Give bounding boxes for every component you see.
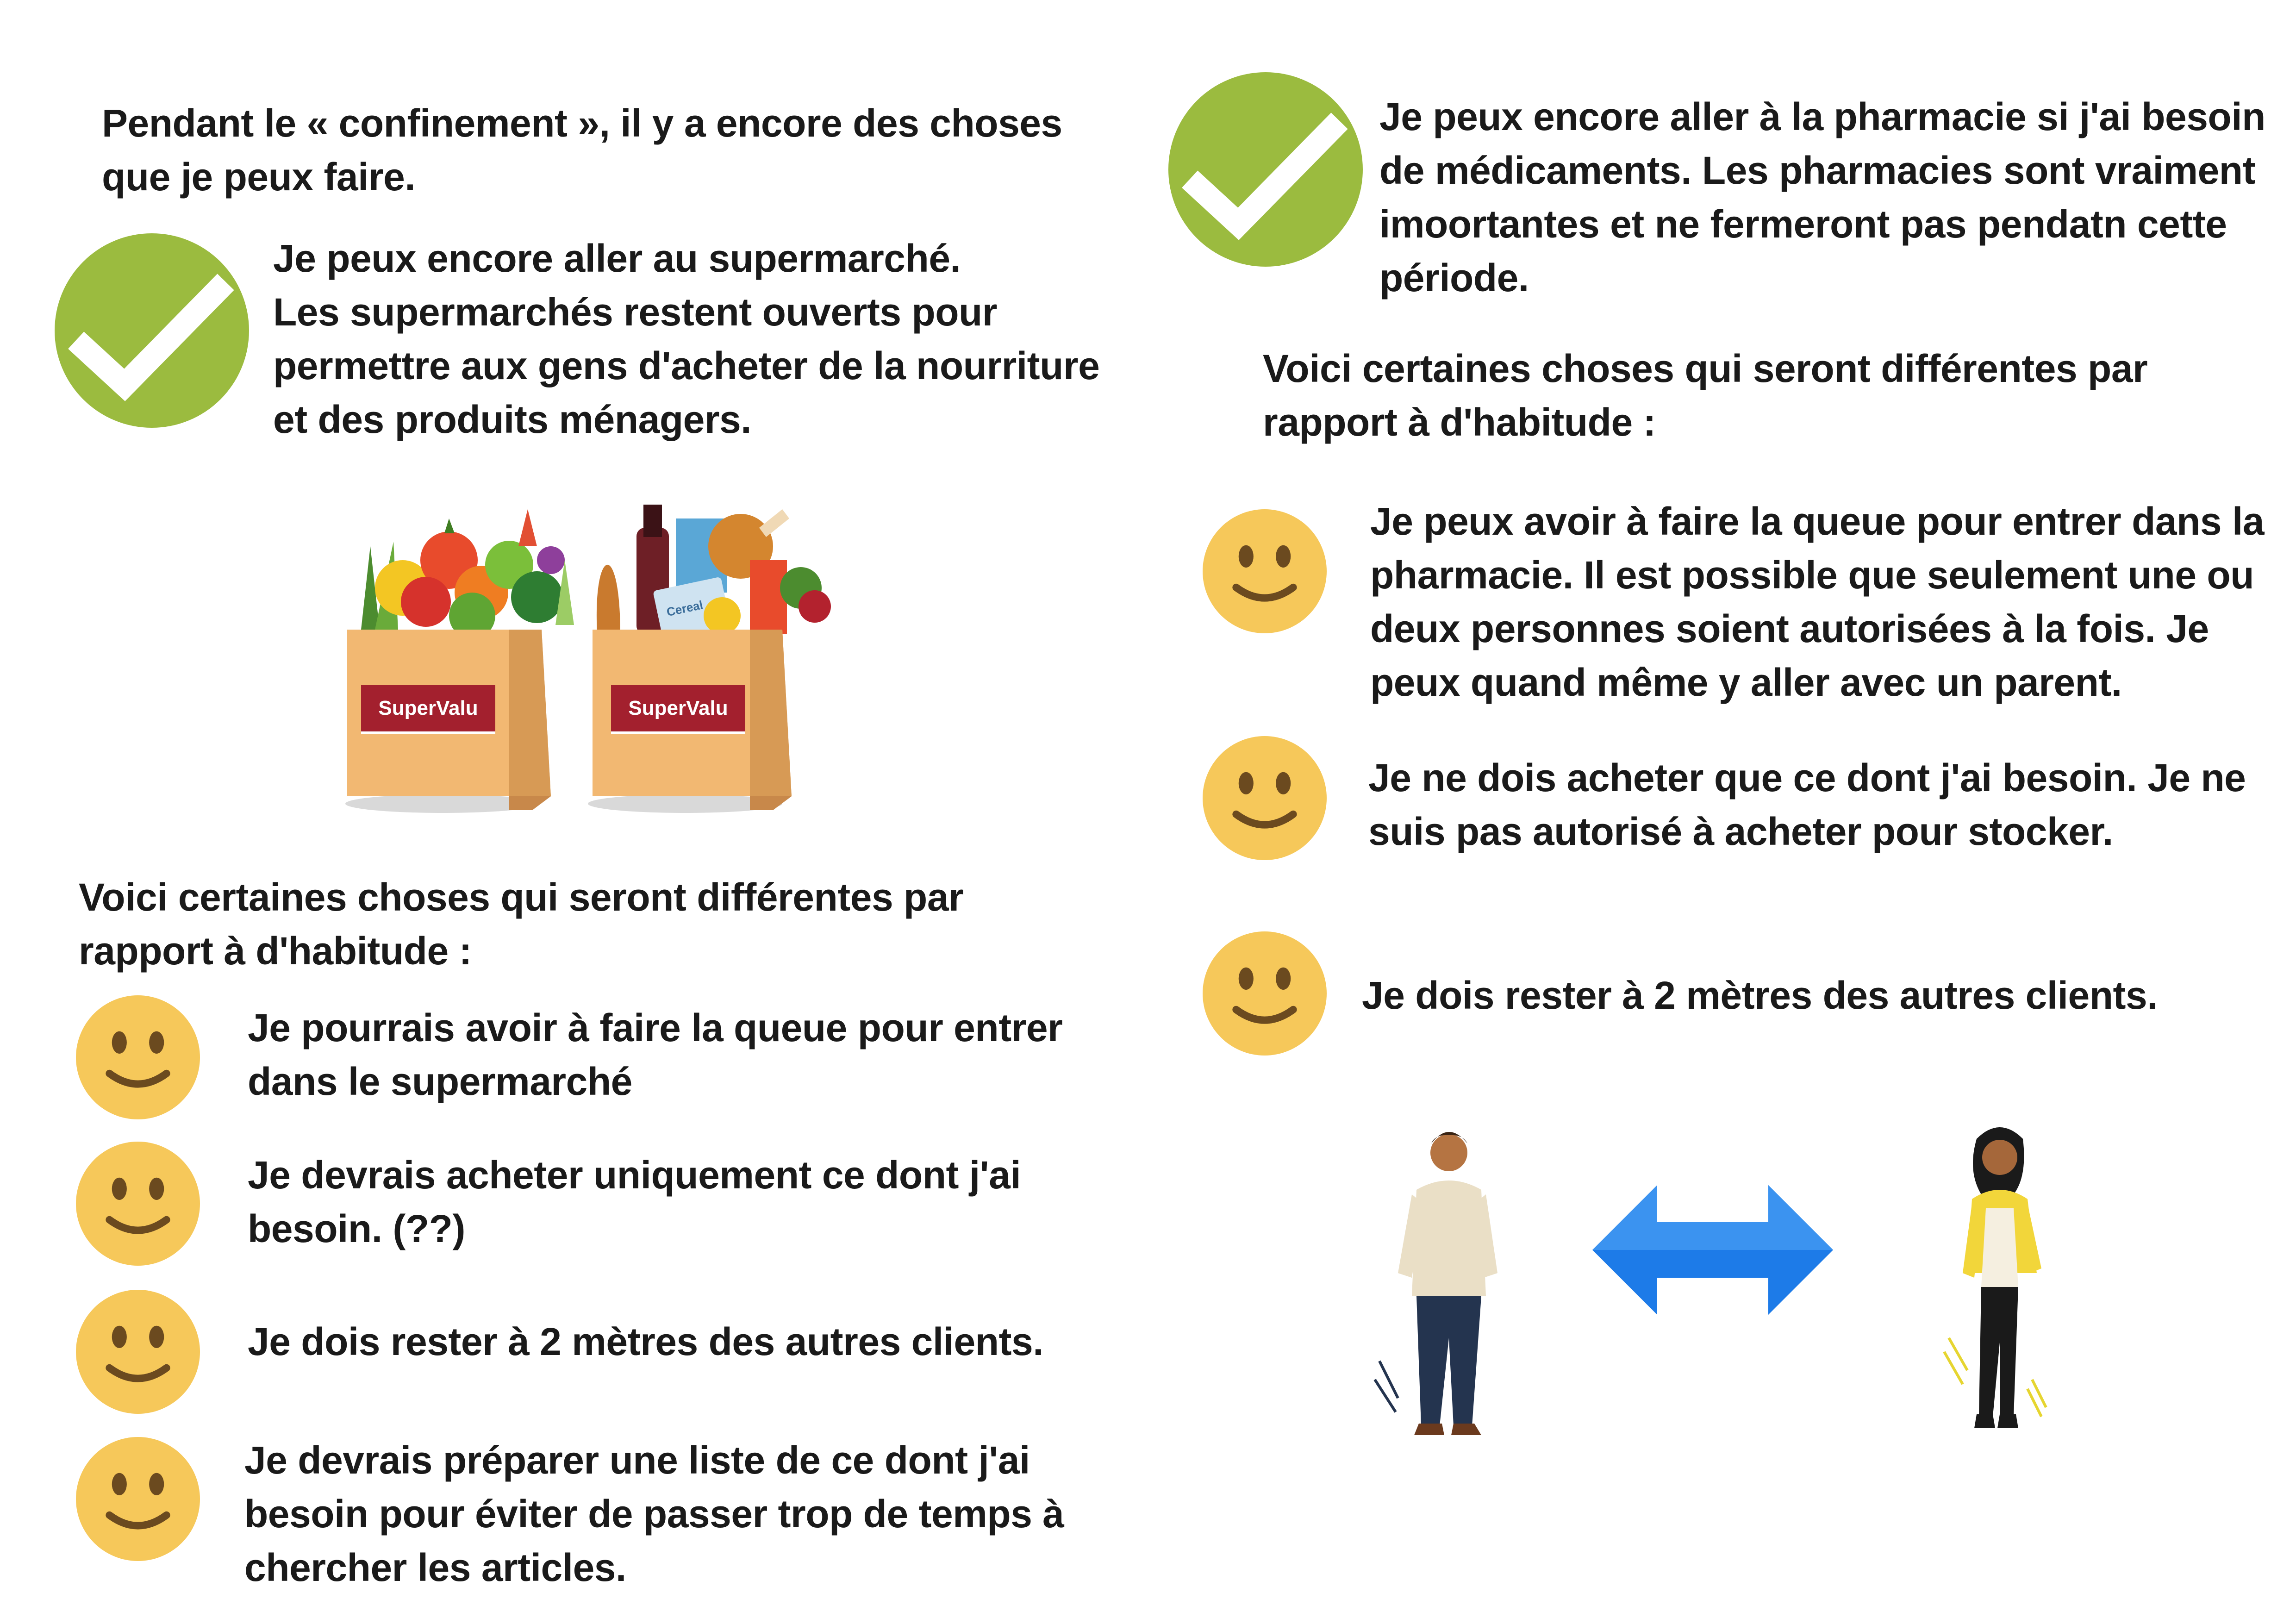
shopping-bag-right: SuperValu xyxy=(593,630,792,810)
left-intro-text: Pendant le « confinement », il y a encor… xyxy=(102,101,1062,199)
checkmark-icon xyxy=(55,233,249,428)
left-list-item-3: Je dois rester à 2 mètres des autres cli… xyxy=(248,1320,1044,1363)
man-figure xyxy=(1373,1132,1497,1435)
smiley-icon xyxy=(76,1142,200,1266)
checkmark-icon xyxy=(1168,72,1363,267)
left-differences-heading: Voici certaines choses qui seront différ… xyxy=(79,875,964,973)
smiley-icon xyxy=(76,995,200,1119)
bag-brand-label-2: SuperValu xyxy=(628,697,728,719)
woman-figure xyxy=(1943,1127,2047,1428)
right-differences-heading: Voici certaines choses qui seront différ… xyxy=(1263,347,2148,444)
pharmacy-text: Je peux encore aller à la pharmacie si j… xyxy=(1379,95,2265,300)
vegetables-icon xyxy=(361,509,574,639)
supermarket-text: Je peux encore aller au supermarché. Les… xyxy=(273,237,1100,441)
grocery-bags-illustration: SuperValu Cereal SuperValu xyxy=(345,505,831,813)
smiley-icon xyxy=(76,1437,200,1561)
smiley-icon xyxy=(1203,509,1327,633)
left-list-item-4: Je devrais préparer une liste de ce dont… xyxy=(244,1438,1064,1589)
shopping-bag-left: SuperValu xyxy=(347,630,551,810)
social-distancing-illustration xyxy=(1373,1127,2047,1435)
smiley-icon xyxy=(1203,931,1327,1056)
left-list-item-1: Je pourrais avoir à faire la queue pour … xyxy=(248,1006,1063,1103)
groceries-icon: Cereal xyxy=(596,505,831,640)
right-list-item-2: Je ne dois acheter que ce dont j'ai beso… xyxy=(1368,756,2246,853)
smiley-icon xyxy=(76,1290,200,1414)
double-arrow-icon xyxy=(1592,1185,1833,1315)
bag-brand-label: SuperValu xyxy=(378,697,478,719)
left-list-item-2: Je devrais acheter uniquement ce dont j'… xyxy=(248,1153,1021,1250)
right-list-item-1: Je peux avoir à faire la queue pour entr… xyxy=(1370,500,2265,704)
smiley-icon xyxy=(1203,736,1327,860)
right-list-item-3: Je dois rester à 2 mètres des autres cli… xyxy=(1362,974,2158,1017)
